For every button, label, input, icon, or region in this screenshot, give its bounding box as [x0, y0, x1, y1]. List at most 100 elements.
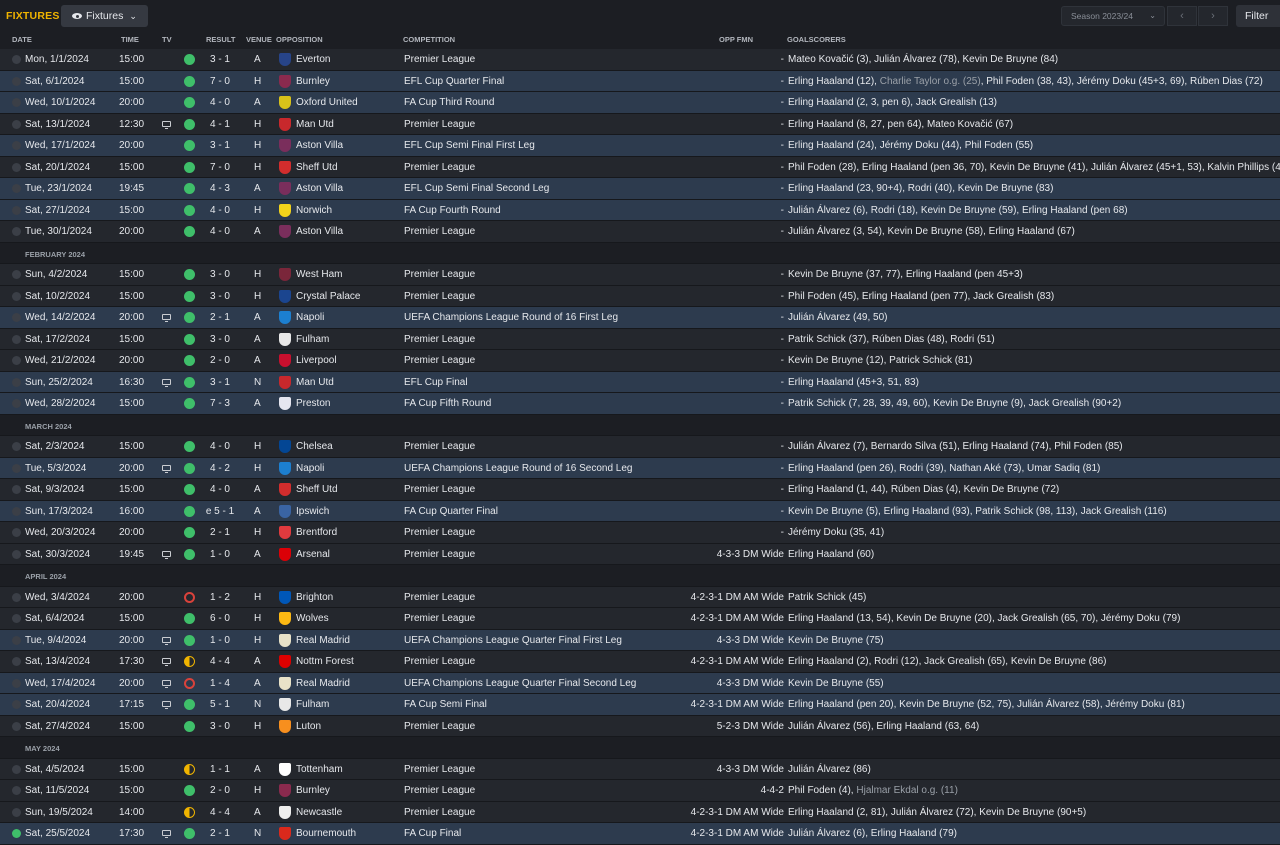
fixture-result[interactable]: 2 - 1 — [205, 307, 235, 328]
fixture-row[interactable]: Sat, 6/1/2024 15:00 7 - 0 H Burnley EFL Cup Q… — [0, 70, 1280, 92]
fixture-opposition[interactable]: Napoli — [296, 458, 324, 479]
fixture-competition[interactable]: Premier League — [404, 329, 475, 350]
fixture-competition[interactable]: FA Cup Final — [404, 823, 461, 844]
fixture-row[interactable]: Sun, 4/2/2024 15:00 3 - 0 H West Ham Premier … — [0, 264, 1280, 286]
column-header-opposition[interactable]: OPPOSITION — [276, 35, 323, 44]
fixture-opposition[interactable]: Aston Villa — [296, 178, 343, 199]
fixture-result[interactable]: 4 - 3 — [205, 178, 235, 199]
fixture-result[interactable]: 1 - 1 — [205, 759, 235, 780]
fixture-result[interactable]: 1 - 2 — [205, 587, 235, 608]
fixture-competition[interactable]: Premier League — [404, 286, 475, 307]
column-header-opp-fmn[interactable]: OPP FMN — [719, 35, 753, 44]
fixture-row[interactable]: Wed, 10/1/2024 20:00 4 - 0 A Oxford United FA… — [0, 92, 1280, 114]
fixture-opposition[interactable]: Real Madrid — [296, 630, 350, 651]
view-selector-button[interactable]: Fixtures ⌄ — [61, 5, 148, 27]
column-header-tv[interactable]: TV — [162, 35, 172, 44]
fixture-row[interactable]: Sat, 10/2/2024 15:00 3 - 0 H Crystal Palace P… — [0, 285, 1280, 307]
fixture-result[interactable]: 3 - 1 — [205, 372, 235, 393]
fixture-row[interactable]: Wed, 3/4/2024 20:00 1 - 2 H Brighton Premier … — [0, 586, 1280, 608]
fixture-competition[interactable]: Premier League — [404, 264, 475, 285]
fixture-row[interactable]: Sat, 13/1/2024 12:30 4 - 1 H Man Utd Premier … — [0, 113, 1280, 135]
fixture-row[interactable]: Sat, 30/3/2024 19:45 1 - 0 A Arsenal Premier … — [0, 543, 1280, 565]
fixture-result[interactable]: 4 - 0 — [205, 479, 235, 500]
fixture-row[interactable]: Sat, 27/4/2024 15:00 3 - 0 H Luton Premier Le… — [0, 715, 1280, 737]
fixture-opposition[interactable]: Everton — [296, 49, 330, 70]
fixture-result[interactable]: 3 - 1 — [205, 49, 235, 70]
fixture-opposition[interactable]: Luton — [296, 716, 321, 737]
fixture-result[interactable]: 7 - 3 — [205, 393, 235, 414]
column-header-goalscorers[interactable]: GOALSCORERS — [787, 35, 846, 44]
fixture-opposition[interactable]: Newcastle — [296, 802, 342, 823]
fixture-competition[interactable]: Premier League — [404, 651, 475, 672]
fixture-opposition[interactable]: Man Utd — [296, 372, 334, 393]
fixture-row[interactable]: Tue, 30/1/2024 20:00 4 - 0 A Aston Villa Prem… — [0, 221, 1280, 243]
fixture-competition[interactable]: Premier League — [404, 544, 475, 565]
fixture-opposition[interactable]: Nottm Forest — [296, 651, 354, 672]
column-header-venue[interactable]: VENUE — [246, 35, 272, 44]
fixture-competition[interactable]: FA Cup Quarter Final — [404, 501, 498, 522]
fixture-competition[interactable]: Premier League — [404, 479, 475, 500]
season-selector[interactable]: Season 2023/24 ⌄ — [1061, 6, 1165, 26]
fixture-row[interactable]: Wed, 14/2/2024 20:00 2 - 1 A Napoli UEFA Cham… — [0, 307, 1280, 329]
fixture-opposition[interactable]: Brighton — [296, 587, 333, 608]
fixture-row[interactable]: Sun, 25/2/2024 16:30 3 - 1 N Man Utd EFL Cup … — [0, 371, 1280, 393]
fixture-competition[interactable]: Premier League — [404, 157, 475, 178]
fixture-result[interactable]: 7 - 0 — [205, 157, 235, 178]
fixture-competition[interactable]: Premier League — [404, 49, 475, 70]
fixture-result[interactable]: 4 - 0 — [205, 436, 235, 457]
fixture-opposition[interactable]: Liverpool — [296, 350, 337, 371]
fixture-row[interactable]: Tue, 5/3/2024 20:00 4 - 2 H Napoli UEFA Champ… — [0, 457, 1280, 479]
fixture-row[interactable]: Sun, 19/5/2024 14:00 4 - 4 A Newcastle Premie… — [0, 801, 1280, 823]
fixture-row[interactable]: Sat, 20/4/2024 17:15 5 - 1 N Fulham FA Cup Se… — [0, 694, 1280, 716]
fixture-competition[interactable]: Premier League — [404, 114, 475, 135]
fixture-row[interactable]: Tue, 9/4/2024 20:00 1 - 0 H Real Madrid UEFA … — [0, 629, 1280, 651]
column-header-time[interactable]: TIME — [121, 35, 139, 44]
fixture-opposition[interactable]: Preston — [296, 393, 330, 414]
fixture-opposition[interactable]: Napoli — [296, 307, 324, 328]
fixture-competition[interactable]: FA Cup Third Round — [404, 92, 494, 113]
fixture-opposition[interactable]: Bournemouth — [296, 823, 356, 844]
fixture-result[interactable]: 1 - 0 — [205, 544, 235, 565]
fixture-result[interactable]: 1 - 4 — [205, 673, 235, 694]
fixture-opposition[interactable]: Wolves — [296, 608, 329, 629]
fixture-competition[interactable]: Premier League — [404, 608, 475, 629]
fixture-opposition[interactable]: Man Utd — [296, 114, 334, 135]
fixture-competition[interactable]: FA Cup Semi Final — [404, 694, 487, 715]
fixture-row[interactable]: Wed, 20/3/2024 20:00 2 - 1 H Brentford Premie… — [0, 522, 1280, 544]
fixture-opposition[interactable]: Fulham — [296, 329, 329, 350]
fixture-result[interactable]: 7 - 0 — [205, 71, 235, 92]
fixture-competition[interactable]: Premier League — [404, 221, 475, 242]
fixture-row[interactable]: Mon, 1/1/2024 15:00 3 - 1 A Everton Premier L… — [0, 49, 1280, 71]
fixture-row[interactable]: Sat, 9/3/2024 15:00 4 - 0 A Sheff Utd Premier… — [0, 479, 1280, 501]
fixture-competition[interactable]: Premier League — [404, 716, 475, 737]
fixture-result[interactable]: 3 - 0 — [205, 286, 235, 307]
fixture-row[interactable]: Sat, 25/5/2024 17:30 2 - 1 N Bournemouth FA C… — [0, 823, 1280, 845]
fixture-row[interactable]: Wed, 28/2/2024 15:00 7 - 3 A Preston FA Cup F… — [0, 393, 1280, 415]
fixture-row[interactable]: Sat, 4/5/2024 15:00 1 - 1 A Tottenham Premier… — [0, 758, 1280, 780]
fixture-result[interactable]: 3 - 0 — [205, 329, 235, 350]
fixture-result[interactable]: 2 - 0 — [205, 780, 235, 801]
fixture-row[interactable]: Sat, 2/3/2024 15:00 4 - 0 H Chelsea Premier L… — [0, 436, 1280, 458]
fixture-opposition[interactable]: Real Madrid — [296, 673, 350, 694]
fixture-opposition[interactable]: Oxford United — [296, 92, 358, 113]
fixture-competition[interactable]: Premier League — [404, 759, 475, 780]
fixture-opposition[interactable]: Burnley — [296, 780, 330, 801]
fixture-opposition[interactable]: Chelsea — [296, 436, 333, 457]
fixture-row[interactable]: Wed, 21/2/2024 20:00 2 - 0 A Liverpool Premie… — [0, 350, 1280, 372]
fixture-competition[interactable]: EFL Cup Semi Final Second Leg — [404, 178, 549, 199]
fixture-row[interactable]: Sat, 27/1/2024 15:00 4 - 0 H Norwich FA Cup F… — [0, 199, 1280, 221]
fixture-competition[interactable]: EFL Cup Quarter Final — [404, 71, 504, 92]
fixture-row[interactable]: Sat, 20/1/2024 15:00 7 - 0 H Sheff Utd Premie… — [0, 156, 1280, 178]
fixture-competition[interactable]: Premier League — [404, 350, 475, 371]
fixture-opposition[interactable]: Sheff Utd — [296, 479, 338, 500]
fixture-result[interactable]: 4 - 2 — [205, 458, 235, 479]
fixture-competition[interactable]: FA Cup Fifth Round — [404, 393, 491, 414]
fixture-opposition[interactable]: West Ham — [296, 264, 343, 285]
fixture-result[interactable]: e 5 - 1 — [205, 501, 235, 522]
fixture-result[interactable]: 3 - 0 — [205, 264, 235, 285]
fixture-result[interactable]: 6 - 0 — [205, 608, 235, 629]
fixture-competition[interactable]: EFL Cup Semi Final First Leg — [404, 135, 535, 156]
fixture-result[interactable]: 4 - 0 — [205, 221, 235, 242]
fixture-row[interactable]: Sun, 17/3/2024 16:00 e 5 - 1 A Ipswich FA Cup… — [0, 500, 1280, 522]
fixture-row[interactable]: Sat, 6/4/2024 15:00 6 - 0 H Wolves Premier Le… — [0, 608, 1280, 630]
